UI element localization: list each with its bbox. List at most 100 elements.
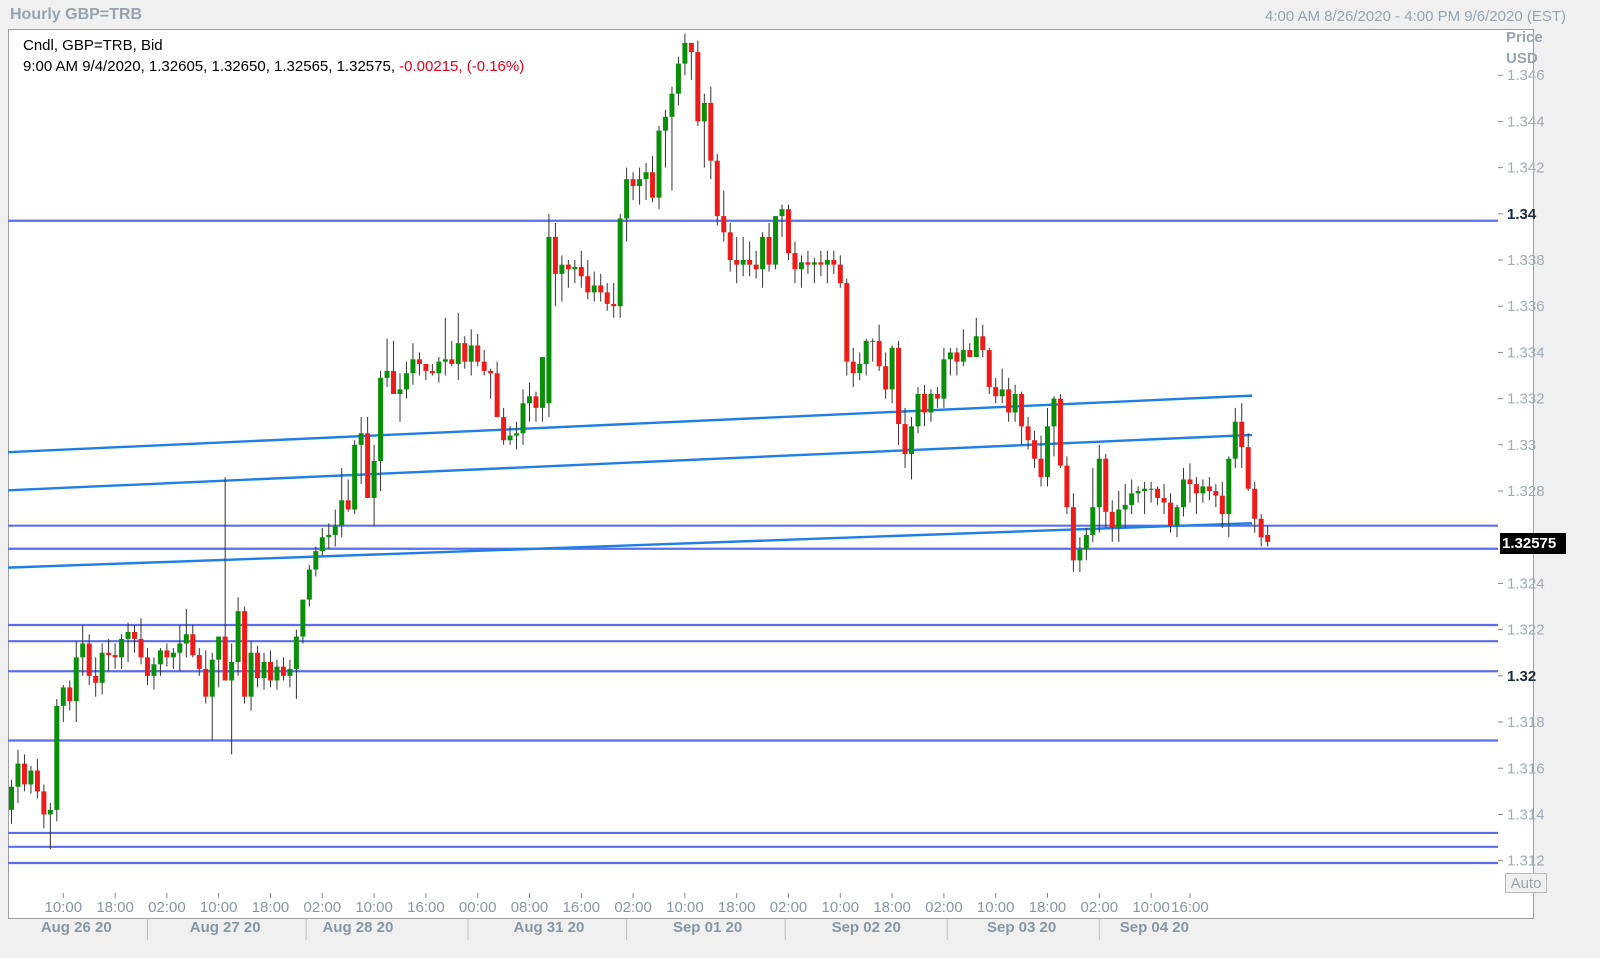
y-tick-label: 1.312: [1507, 853, 1545, 870]
candle-body: [792, 253, 798, 270]
candle-body: [1077, 548, 1083, 561]
candle-body: [695, 52, 701, 122]
candle-body: [41, 791, 47, 815]
candle-body: [423, 363, 429, 371]
x-time-label: 02:00: [925, 899, 963, 916]
candle-body: [1012, 394, 1018, 413]
candle-body: [773, 216, 779, 265]
candle-body: [21, 763, 27, 785]
candlestick-chart[interactable]: 1.346 1.344 1.342 1.34 1.338 1.336 1.334 1.332 1…: [0, 0, 1600, 958]
y-tick-label: 1.334: [1507, 344, 1545, 361]
candle-body: [132, 631, 138, 639]
candle-body: [986, 350, 992, 388]
candle-body: [1006, 389, 1012, 413]
candle-body: [604, 292, 610, 304]
candle-body: [306, 569, 312, 600]
candle-body: [1025, 426, 1031, 441]
candle-body: [870, 340, 876, 342]
candle-body: [1155, 488, 1161, 498]
candle-body: [682, 42, 688, 64]
candle-body: [345, 500, 351, 510]
candle-body: [190, 634, 196, 656]
candle-body: [157, 650, 163, 665]
candle-body: [34, 770, 40, 792]
candle-body: [734, 260, 740, 265]
candle-body: [1116, 509, 1122, 528]
candle-body: [488, 370, 494, 374]
candle-body: [1064, 465, 1070, 508]
candle-body: [462, 343, 468, 362]
candle-body: [352, 444, 358, 510]
x-time-label: 10:00: [1132, 899, 1170, 916]
candle-body: [1213, 491, 1219, 496]
candle-body: [28, 770, 34, 785]
candle-body: [287, 668, 293, 676]
x-time-label: 16:00: [407, 899, 445, 916]
y-tick-label: 1.318: [1507, 714, 1545, 731]
candle-body: [455, 343, 461, 364]
legend-instrument: Cndl, GBP=TRB, Bid: [23, 37, 163, 54]
candle-body: [669, 93, 675, 117]
x-date-label: Aug 26 20: [41, 919, 112, 936]
candle-body: [1206, 486, 1212, 492]
candle-body: [119, 638, 125, 658]
x-time-label: 18:00: [252, 899, 290, 916]
candle-body: [403, 373, 409, 390]
x-date-label: Sep 02 20: [832, 919, 901, 936]
candle-body: [1200, 486, 1206, 494]
candle-body: [442, 359, 448, 362]
candle-body: [766, 236, 772, 265]
candle-body: [688, 42, 694, 53]
candle-body: [598, 285, 604, 293]
candle-body: [714, 160, 720, 217]
candle-body: [60, 687, 66, 706]
candle-body: [973, 336, 979, 358]
candle-body: [280, 666, 286, 676]
candle-body: [850, 361, 856, 374]
candle-body: [73, 657, 79, 702]
candle-body: [1045, 426, 1050, 478]
candle-body: [1103, 458, 1109, 512]
candle-body: [786, 209, 791, 254]
candle-body: [708, 102, 714, 161]
candle-body: [947, 352, 953, 360]
candle-body: [753, 264, 759, 270]
candle-body: [941, 359, 947, 399]
candle-body: [1226, 458, 1232, 515]
candle-body: [514, 433, 520, 436]
candle-body: [559, 264, 565, 274]
candle-body: [9, 786, 14, 810]
candle-body: [520, 403, 526, 434]
price-axis-currency: USD: [1506, 50, 1538, 67]
candle-body: [397, 389, 403, 395]
candle-body: [993, 387, 999, 397]
x-date-label: Sep 01 20: [673, 919, 742, 936]
y-tick-label: 1.33: [1507, 437, 1536, 454]
candle-body: [255, 652, 261, 679]
x-time-label: 02:00: [304, 899, 342, 916]
candle-body: [125, 631, 131, 639]
candle-body: [15, 763, 21, 787]
candle-body: [824, 260, 830, 265]
candle-body: [274, 666, 280, 681]
candle-body: [378, 377, 384, 461]
candle-body: [326, 534, 332, 538]
candle-body: [248, 652, 254, 697]
candle-body: [1193, 484, 1199, 494]
candle-body: [552, 236, 558, 274]
candle-body: [656, 130, 662, 198]
candle-body: [675, 63, 681, 94]
candle-body: [1129, 493, 1135, 505]
candle-body: [268, 661, 273, 681]
candle-body: [611, 303, 617, 307]
candle-body: [967, 350, 973, 358]
candle-body: [921, 394, 927, 413]
candle-body: [468, 345, 474, 362]
candle-body: [106, 652, 112, 656]
candle-body: [507, 435, 513, 441]
auto-scale-button[interactable]: Auto: [1505, 873, 1547, 893]
x-time-label: 16:00: [1171, 899, 1209, 916]
candle-body: [183, 634, 189, 644]
candle-body: [760, 236, 766, 270]
candle-body: [662, 116, 668, 131]
